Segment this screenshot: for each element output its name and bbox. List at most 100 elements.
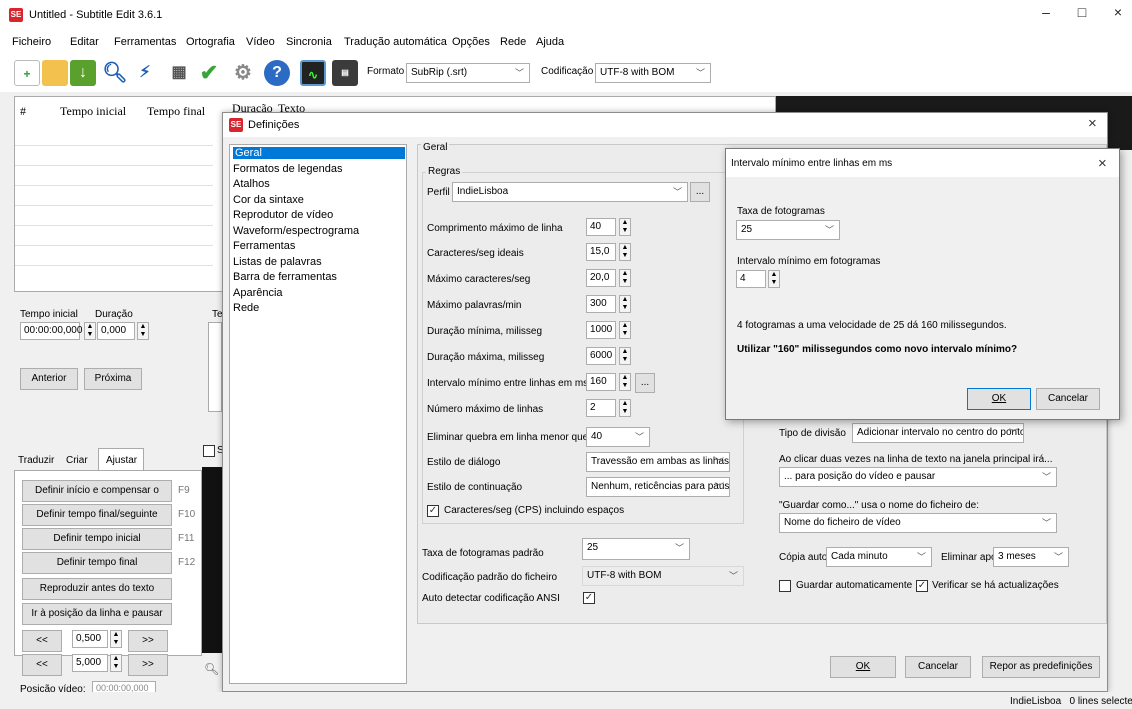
settings-close-icon[interactable]: × (1088, 115, 1097, 132)
format-select[interactable]: SubRip (.srt) ﹀ (406, 63, 530, 83)
set-end-time-button[interactable]: Definir tempo final (22, 552, 172, 574)
open-folder-icon[interactable] (42, 60, 68, 86)
nav-syntax-color[interactable]: Cor da sintaxe (233, 194, 304, 206)
s-checkbox[interactable] (203, 445, 215, 457)
menu-video[interactable]: Vídeo (246, 36, 275, 48)
min-gap-close-icon[interactable]: × (1098, 155, 1107, 172)
col-end[interactable]: Tempo final (147, 104, 205, 119)
remove-break-select[interactable]: 40 ﹀ (586, 427, 650, 447)
mg-frames-input[interactable]: 4 (736, 270, 766, 288)
small-step-input[interactable]: 0,500 (72, 630, 108, 648)
settings-gear-icon[interactable]: ⚙ (230, 60, 256, 86)
dialog-style-select[interactable]: Travessão em ambas as linhas ﹀ (586, 452, 730, 472)
maximize-button[interactable]: □ (1064, 4, 1100, 20)
tab-adjust[interactable]: Ajustar (106, 455, 137, 466)
max-cps-input[interactable]: 20,0 (586, 269, 616, 287)
cps-spaces-checkbox[interactable]: ✓ (427, 505, 439, 517)
menu-auto-translate[interactable]: Tradução automática (344, 36, 447, 48)
goto-line-pause-button[interactable]: Ir à posição da linha e pausar (22, 603, 172, 625)
check-updates-checkbox[interactable]: ✓ (916, 580, 928, 592)
nav-video-player[interactable]: Reprodutor de vídeo (233, 209, 333, 221)
menu-network[interactable]: Rede (500, 36, 526, 48)
nav-network[interactable]: Rede (233, 302, 259, 314)
small-step-spinner[interactable]: ▲ ▼ (110, 630, 122, 648)
menu-spellcheck[interactable]: Ortografia (186, 36, 235, 48)
nav-toolbar[interactable]: Barra de ferramentas (233, 271, 337, 283)
previous-button[interactable]: Anterior (20, 368, 78, 390)
start-time-spinner[interactable]: ▲ ▼ (84, 322, 96, 340)
start-time-input[interactable]: 00:00:00,000 (20, 322, 82, 340)
col-number[interactable]: # (20, 104, 26, 119)
autosave-checkbox[interactable] (779, 580, 791, 592)
saveas-select[interactable]: Nome do ficheiro de vídeo ﹀ (779, 513, 1057, 533)
large-step-input[interactable]: 5,000 (72, 654, 108, 672)
max-wpm-input[interactable]: 300 (586, 295, 616, 313)
profile-more-button[interactable]: ... (690, 182, 710, 202)
continuation-style-select[interactable]: Nenhum, reticências para paus ﹀ (586, 477, 730, 497)
spellcheck-icon[interactable]: ✔ (196, 60, 222, 86)
set-end-next-button[interactable]: Definir tempo final/seguinte (22, 504, 172, 526)
max-lines-input[interactable]: 2 (586, 399, 616, 417)
nav-shortcuts[interactable]: Atalhos (233, 178, 270, 190)
tab-create[interactable]: Criar (66, 455, 88, 466)
mg-cancel-button[interactable]: Cancelar (1036, 388, 1100, 410)
max-lines-spinner[interactable]: ▲ ▼ (619, 399, 631, 417)
default-encoding-select[interactable]: UTF-8 with BOM ﹀ (582, 566, 744, 586)
back-small-button[interactable]: << (22, 630, 62, 652)
large-step-spinner[interactable]: ▲ ▼ (110, 654, 122, 672)
menu-help[interactable]: Ajuda (536, 36, 564, 48)
nav-subtitle-formats[interactable]: Formatos de legendas (233, 163, 342, 175)
find-icon[interactable]: 🔍︎ (102, 60, 128, 86)
close-button[interactable]: × (1100, 4, 1132, 20)
auto-ansi-checkbox[interactable]: ✓ (583, 592, 595, 604)
menu-sync[interactable]: Sincronia (286, 36, 332, 48)
text-editor[interactable] (208, 322, 222, 412)
set-start-offset-button[interactable]: Definir início e compensar o (22, 480, 172, 502)
duration-spinner[interactable]: ▲ ▼ (137, 322, 149, 340)
max-cps-spinner[interactable]: ▲ ▼ (619, 269, 631, 287)
tab-translate[interactable]: Traduzir (18, 455, 54, 466)
max-line-length-input[interactable]: 40 (586, 218, 616, 236)
doubleclick-select[interactable]: ... para posição do vídeo e pausar ﹀ (779, 467, 1057, 487)
max-duration-spinner[interactable]: ▲ ▼ (619, 347, 631, 365)
save-icon[interactable]: ↓ (70, 60, 96, 86)
settings-cancel-button[interactable]: Cancelar (905, 656, 971, 678)
delete-after-select[interactable]: 3 meses ﹀ (993, 547, 1069, 567)
menu-tools[interactable]: Ferramentas (114, 36, 176, 48)
menu-file[interactable]: Ficheiro (12, 36, 51, 48)
video-icon[interactable]: ▤ (332, 60, 358, 86)
play-before-text-button[interactable]: Reproduzir antes do texto (22, 578, 172, 600)
duration-input[interactable]: 0,000 (97, 322, 135, 340)
help-icon[interactable]: ? (264, 60, 290, 86)
back-large-button[interactable]: << (22, 654, 62, 676)
mg-ok-button[interactable]: OK (967, 388, 1031, 410)
autobackup-select[interactable]: Cada minuto ﹀ (826, 547, 932, 567)
min-gap-spinner[interactable]: ▲ ▼ (619, 373, 631, 391)
mg-framerate-select[interactable]: 25 ﹀ (736, 220, 840, 240)
nav-waveform[interactable]: Waveform/espectrograma (233, 225, 359, 237)
nav-tools[interactable]: Ferramentas (233, 240, 295, 252)
split-type-select[interactable]: Adicionar intervalo no centro do ponto ﹀ (852, 423, 1024, 443)
nav-appearance[interactable]: Aparência (233, 287, 283, 299)
optimal-cps-input[interactable]: 15,0 (586, 243, 616, 261)
mg-frames-spinner[interactable]: ▲ ▼ (768, 270, 780, 288)
waveform-icon[interactable]: ∿ (300, 60, 326, 86)
min-gap-input[interactable]: 160 (586, 373, 616, 391)
max-wpm-spinner[interactable]: ▲ ▼ (619, 295, 631, 313)
restore-defaults-button[interactable]: Repor as predefinições (982, 656, 1100, 678)
zoom-icon[interactable]: 🔍︎ (204, 662, 219, 676)
min-gap-more-button[interactable]: ... (635, 373, 655, 393)
nav-general[interactable]: Geral (233, 147, 405, 159)
default-framerate-select[interactable]: 25 ﹀ (582, 538, 690, 560)
col-start[interactable]: Tempo inicial (60, 104, 126, 119)
min-duration-input[interactable]: 1000 (586, 321, 616, 339)
profile-select[interactable]: IndieLisboa ﹀ (452, 182, 688, 202)
set-start-time-button[interactable]: Definir tempo inicial (22, 528, 172, 550)
max-duration-input[interactable]: 6000 (586, 347, 616, 365)
replace-icon[interactable]: ⚡︎ (132, 60, 158, 86)
fix-errors-icon[interactable]: ▦ (166, 60, 192, 86)
nav-word-lists[interactable]: Listas de palavras (233, 256, 322, 268)
encoding-select[interactable]: UTF-8 with BOM ﹀ (595, 63, 711, 83)
menu-options[interactable]: Opções (452, 36, 490, 48)
fwd-small-button[interactable]: >> (128, 630, 168, 652)
